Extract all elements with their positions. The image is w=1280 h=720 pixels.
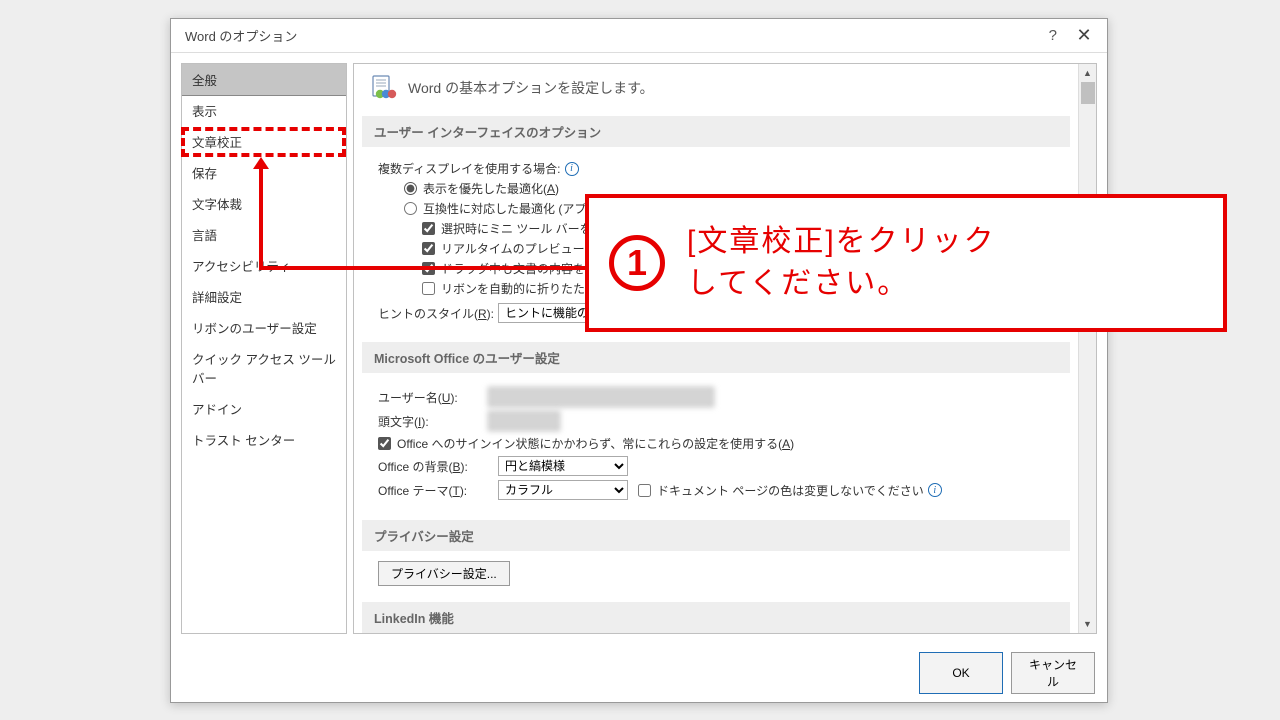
scroll-up-icon[interactable]: ▲ — [1079, 64, 1096, 82]
checkbox-collapse-ribbon-label: リボンを自動的に折りたたむ(N) — [441, 280, 614, 297]
hint-style-combo[interactable]: ヒントに機能の説明を表示する — [498, 303, 678, 323]
multi-display-label: 複数ディスプレイを使用する場合: — [378, 160, 561, 177]
hint-style-label: ヒントのスタイル(R): — [378, 305, 494, 322]
radio-compatibility-label: 互換性に対応した最適化 (アプリケー — [423, 200, 622, 217]
checkbox-live-preview[interactable] — [422, 242, 435, 255]
section-header-linkedin: LinkedIn 機能 — [362, 602, 1070, 633]
checkbox-mini-toolbar[interactable] — [422, 222, 435, 235]
info-icon[interactable]: i — [654, 262, 668, 276]
checkbox-always-use-settings-label: Office へのサインイン状態にかかわらず、常にこれらの設定を使用する(A) — [397, 435, 794, 452]
scroll-thumb[interactable] — [1081, 82, 1095, 104]
initials-input[interactable] — [488, 411, 560, 431]
sidebar-item-advanced[interactable]: 詳細設定 — [182, 281, 346, 312]
office-background-combo[interactable]: 円と縞模様 — [498, 456, 628, 476]
info-icon[interactable]: i — [565, 162, 579, 176]
sidebar-item-accessibility[interactable]: アクセシビリティ — [182, 250, 346, 281]
sidebar-item-general[interactable]: 全般 — [181, 63, 347, 96]
checkbox-always-use-settings[interactable] — [378, 437, 391, 450]
titlebar: Word のオプション ? ✕ — [171, 19, 1107, 53]
sidebar-item-customize-ribbon[interactable]: リボンのユーザー設定 — [182, 312, 346, 343]
radio-display-optimized-label: 表示を優先した最適化(A) — [423, 180, 559, 197]
initials-label: 頭文字(I): — [378, 413, 488, 430]
sidebar-item-save[interactable]: 保存 — [182, 157, 346, 188]
sidebar-item-typography[interactable]: 文字体裁 — [182, 188, 346, 219]
sidebar-item-proofing[interactable]: 文章校正 — [182, 126, 346, 157]
office-background-label: Office の背景(B): — [378, 458, 498, 475]
options-header-icon — [370, 74, 398, 102]
radio-display-optimized[interactable] — [404, 182, 417, 195]
vertical-scrollbar[interactable]: ▲ ▼ — [1078, 64, 1096, 633]
checkbox-update-drag-label: ドラッグ中も文書の内容を更新する(D) — [441, 260, 650, 277]
section-header-office-user: Microsoft Office のユーザー設定 — [362, 342, 1070, 373]
checkbox-collapse-ribbon[interactable] — [422, 282, 435, 295]
radio-compatibility[interactable] — [404, 202, 417, 215]
sidebar-item-language[interactable]: 言語 — [182, 219, 346, 250]
help-icon[interactable]: ? — [1049, 27, 1057, 44]
section-header-privacy: プライバシー設定 — [362, 520, 1070, 551]
cancel-button[interactable]: キャンセル — [1011, 652, 1095, 694]
ok-button[interactable]: OK — [919, 652, 1003, 694]
info-icon[interactable]: i — [618, 282, 632, 296]
sidebar-item-quick-access[interactable]: クイック アクセス ツール バー — [182, 343, 346, 393]
checkbox-doc-page-color[interactable] — [638, 484, 651, 497]
info-icon[interactable]: i — [662, 222, 676, 236]
username-input[interactable] — [488, 387, 714, 407]
word-options-dialog: Word のオプション ? ✕ 全般 表示 文章校正 保存 文字体裁 言語 アク… — [170, 18, 1108, 703]
info-icon[interactable]: i — [928, 483, 942, 497]
content-pane: Word の基本オプションを設定します。 ユーザー インターフェイスのオプション… — [354, 64, 1078, 633]
close-icon[interactable]: ✕ — [1071, 25, 1097, 46]
username-label: ユーザー名(U): — [378, 389, 488, 406]
sidebar-item-display[interactable]: 表示 — [182, 95, 346, 126]
sidebar-item-trust-center[interactable]: トラスト センター — [182, 424, 346, 455]
checkbox-doc-page-color-label: ドキュメント ページの色は変更しないでください — [657, 482, 924, 499]
sidebar: 全般 表示 文章校正 保存 文字体裁 言語 アクセシビリティ 詳細設定 リボンの… — [181, 63, 347, 634]
page-header-text: Word の基本オプションを設定します。 — [408, 78, 654, 98]
checkbox-mini-toolbar-label: 選択時にミニ ツール バーを表示する(M) — [441, 220, 658, 237]
office-theme-combo[interactable]: カラフル — [498, 480, 628, 500]
checkbox-update-drag[interactable] — [422, 262, 435, 275]
sidebar-item-addins[interactable]: アドイン — [182, 393, 346, 424]
scroll-down-icon[interactable]: ▼ — [1079, 615, 1096, 633]
checkbox-live-preview-label: リアルタイムのプレビュー表示機能を有効に — [441, 240, 681, 257]
section-header-ui: ユーザー インターフェイスのオプション — [362, 116, 1070, 147]
privacy-settings-button[interactable]: プライバシー設定... — [378, 561, 510, 586]
dialog-footer: OK キャンセル — [171, 644, 1107, 702]
dialog-title: Word のオプション — [185, 26, 297, 45]
office-theme-label: Office テーマ(T): — [378, 482, 498, 499]
